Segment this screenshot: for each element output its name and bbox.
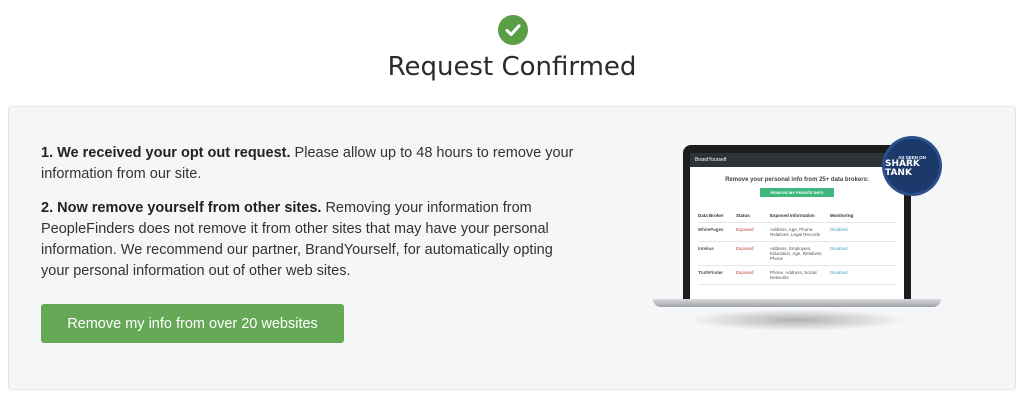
remove-info-button[interactable]: Remove my info from over 20 websites bbox=[41, 304, 344, 343]
step-2-heading: 2. Now remove yourself from other sites. bbox=[41, 200, 322, 216]
laptop-screen: BrandYourself Remove your personal info … bbox=[683, 145, 911, 301]
promo-brand: BrandYourself bbox=[690, 153, 904, 167]
laptop-base bbox=[653, 299, 941, 307]
step-1: 1. We received your opt out request. Ple… bbox=[41, 143, 581, 185]
laptop-promo-image[interactable]: BrandYourself Remove your personal info … bbox=[647, 139, 947, 331]
promo-button: REMOVE MY PRIVATE INFO bbox=[760, 188, 834, 197]
table-row: TruthFinder Exposed Phone, Address, Soci… bbox=[698, 266, 896, 285]
table-row: WhitePages Exposed Address, Age, Phone, … bbox=[698, 223, 896, 242]
step-1-heading: 1. We received your opt out request. bbox=[41, 145, 291, 161]
step-2: 2. Now remove yourself from other sites.… bbox=[41, 198, 581, 282]
table-header: Data Broker Status Exposed Information M… bbox=[698, 209, 896, 223]
broker-table: Data Broker Status Exposed Information M… bbox=[698, 209, 896, 285]
instructions-text: 1. We received your opt out request. Ple… bbox=[41, 143, 581, 295]
confirmation-panel: 1. We received your opt out request. Ple… bbox=[8, 106, 1016, 390]
page-title: Request Confirmed bbox=[387, 52, 637, 82]
promo-headline: Remove your personal info from 25+ data … bbox=[725, 177, 869, 183]
shark-tank-badge: AS SEEN ON SHARK TANK bbox=[885, 139, 939, 193]
table-row: Intelius Exposed Address, Employers, Edu… bbox=[698, 242, 896, 266]
laptop-shadow bbox=[687, 309, 907, 331]
check-circle-icon bbox=[498, 15, 528, 45]
